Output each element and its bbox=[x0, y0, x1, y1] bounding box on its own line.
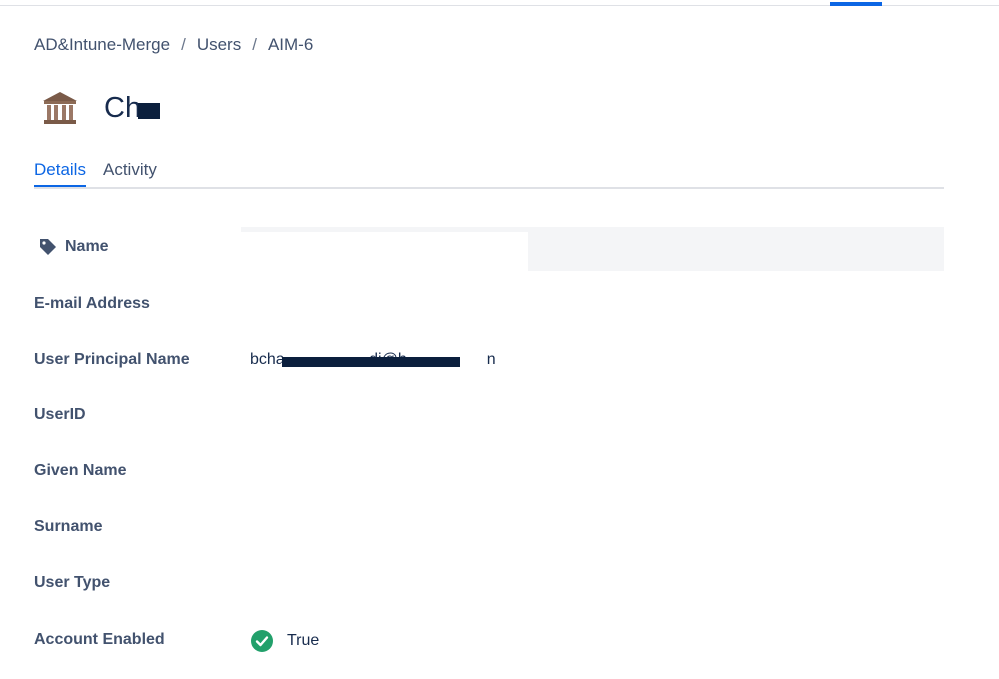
breadcrumb-separator: / bbox=[252, 35, 257, 54]
tab-details[interactable]: Details bbox=[34, 160, 86, 187]
field-value-account-enabled[interactable]: True bbox=[250, 629, 319, 653]
tab-activity[interactable]: Activity bbox=[103, 160, 157, 185]
field-row-user-type: User Type bbox=[34, 574, 944, 604]
field-row-userid: UserID bbox=[34, 406, 944, 436]
field-label-userid: UserID bbox=[34, 406, 86, 423]
field-label-name: Name bbox=[34, 238, 109, 256]
bank-building-icon bbox=[43, 92, 77, 124]
check-circle-icon bbox=[251, 630, 273, 652]
field-row-email: E-mail Address bbox=[34, 295, 944, 325]
redaction-block bbox=[282, 357, 460, 367]
page-title: Ch bbox=[104, 91, 160, 125]
breadcrumb-project[interactable]: AD&Intune-Merge bbox=[34, 35, 170, 55]
top-nav-active-indicator bbox=[830, 2, 882, 6]
field-row-given-name: Given Name bbox=[34, 462, 944, 492]
breadcrumb-separator: / bbox=[181, 35, 186, 54]
field-label-account-enabled: Account Enabled bbox=[34, 631, 165, 648]
tab-bar: Details Activity bbox=[34, 160, 944, 189]
account-enabled-text: True bbox=[287, 632, 320, 649]
tag-icon bbox=[40, 239, 56, 255]
breadcrumb-object-key[interactable]: AIM-6 bbox=[268, 35, 313, 55]
field-row-account-enabled: Account Enabled True bbox=[34, 629, 944, 661]
field-label-upn: User Principal Name bbox=[34, 351, 190, 368]
field-row-upn: User Principal Name bcha di@h n bbox=[34, 351, 944, 381]
field-label-text: Name bbox=[65, 238, 109, 255]
breadcrumb: AD&Intune-Merge / Users / AIM-6 bbox=[34, 35, 313, 55]
field-label-user-type: User Type bbox=[34, 574, 111, 591]
field-label-email: E-mail Address bbox=[34, 295, 150, 312]
field-label-surname: Surname bbox=[34, 518, 103, 535]
field-value-upn[interactable]: bcha di@h n bbox=[250, 351, 999, 369]
page-title-text: Ch bbox=[104, 91, 142, 124]
field-row-surname: Surname bbox=[34, 518, 944, 548]
object-header: Ch bbox=[40, 88, 160, 128]
redaction-block bbox=[138, 102, 160, 119]
field-label-given-name: Given Name bbox=[34, 462, 127, 479]
field-row-name: Name bbox=[34, 238, 944, 268]
breadcrumb-users[interactable]: Users bbox=[197, 35, 241, 55]
